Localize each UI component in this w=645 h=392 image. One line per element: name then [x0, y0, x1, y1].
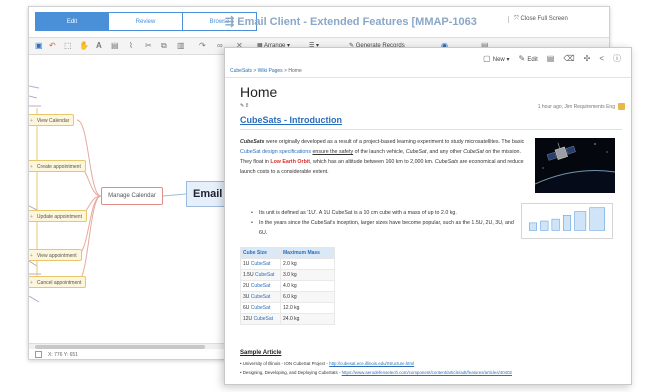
close-fullscreen-button[interactable]: ⤧ Close Full Screen: [508, 16, 568, 23]
size-cell: 12U CubeSat: [240, 313, 281, 325]
breadcrumb: CubeSats > Wiki Pages > Home: [230, 68, 302, 74]
table-row: 12U CubeSat 24.0 kg: [240, 313, 335, 325]
pin-icon[interactable]: ✣: [584, 54, 591, 63]
breadcrumb-wiki-pages[interactable]: Wiki Pages: [258, 68, 283, 74]
share-icon[interactable]: <: [599, 54, 604, 63]
cubesat-link[interactable]: CubeSat: [251, 283, 270, 289]
history-icon[interactable]: ▤: [547, 54, 555, 63]
section-heading: CubeSats - Introduction: [240, 115, 342, 125]
table-row: 1U CubeSat 2.0 kg: [240, 258, 335, 270]
text-format-icon[interactable]: A: [96, 41, 102, 51]
overview-toggle-icon[interactable]: [35, 351, 42, 359]
sample-article-heading: Sample Article: [240, 350, 282, 356]
save-icon[interactable]: ▣: [35, 41, 43, 51]
wiki-page-window: ▢ New ▾ ✎ Edit ▤ ⌫ ✣ < ⓘ CubeSats > Wiki…: [224, 47, 632, 385]
trash-icon[interactable]: ⌫: [563, 54, 574, 63]
list-item: • In the years since the CubeSat's incept…: [251, 220, 514, 236]
tab-review[interactable]: Review: [109, 12, 183, 31]
new-button[interactable]: ▢ New ▾: [483, 54, 509, 63]
bullet-list: • Its unit is defined as '1U'. A 1U CubeS…: [251, 208, 523, 238]
copy-icon[interactable]: ⧉: [161, 41, 167, 51]
updated-text: 1 hour ago, Jim Requirements Eng: [537, 103, 615, 110]
size-cell: 1U CubeSat: [240, 258, 281, 270]
tab-edit[interactable]: Edit: [35, 12, 109, 31]
intro-paragraph: CubeSats were originally developed as a …: [240, 139, 525, 175]
cubesat-sizes-diagram: [521, 203, 613, 239]
redo-icon[interactable]: ↷: [199, 41, 206, 51]
mass-cell: 2.0 kg: [280, 258, 335, 270]
mass-cell: 12.0 kg: [280, 302, 335, 314]
cubesat-link[interactable]: CubeSat: [251, 305, 270, 311]
attach-icon[interactable]: ⌇: [129, 41, 133, 51]
cursor-coordinates: X: 776 Y: 651: [48, 352, 78, 358]
highlight-icon[interactable]: ▤: [111, 41, 119, 51]
column-header: Cube Size: [240, 247, 281, 259]
map-title: ⇶ Email Client - Extended Features [MMAP…: [225, 16, 477, 28]
node-view-appointment[interactable]: + View appointment: [29, 249, 82, 261]
cube-size-table: Cube Size Maximum Mass 1U CubeSat 2.0 kg…: [240, 247, 335, 325]
design-spec-link[interactable]: CubeSat design specifications: [240, 149, 311, 155]
size-cell: 3U CubeSat: [240, 291, 281, 303]
undo-icon[interactable]: ↶: [49, 41, 56, 51]
low-earth-orbit-text: Low Earth Orbit: [270, 159, 311, 165]
reference-link[interactable]: http://cubesat.ece.illinois.edu/Structur…: [329, 361, 414, 366]
table-row: 1.5U CubeSat 3.0 kg: [240, 269, 335, 281]
node-update-appointment[interactable]: + Update appointment: [29, 210, 87, 222]
size-cell: 6U CubeSat: [240, 302, 281, 314]
table-row: 2U CubeSat 4.0 kg: [240, 280, 335, 292]
heading-divider: [240, 129, 622, 130]
help-icon[interactable]: ⓘ: [613, 53, 621, 64]
mass-cell: 3.0 kg: [280, 269, 335, 281]
avatar[interactable]: [618, 103, 625, 110]
cubesat-orbit-image: [535, 138, 615, 193]
node-view-calendar[interactable]: + View Calendar: [29, 114, 75, 126]
mass-cell: 6.0 kg: [280, 291, 335, 303]
cut-icon[interactable]: ✂: [145, 41, 152, 51]
page-meta: ✎ 8 1 hour ago, Jim Requirements Eng: [240, 103, 625, 110]
reference-link[interactable]: https://www.aerodefensetech.com/componen…: [342, 370, 512, 375]
node-manage-calendar[interactable]: Manage Calendar: [101, 187, 163, 205]
hand-icon[interactable]: ✋: [79, 41, 89, 51]
edit-count: 8: [245, 103, 249, 109]
breadcrumb-cubesats[interactable]: CubeSats: [230, 68, 252, 74]
column-header: Maximum Mass: [280, 247, 335, 259]
table-row: 3U CubeSat 6.0 kg: [240, 291, 335, 303]
breadcrumb-home: Home: [288, 68, 302, 74]
mass-cell: 24.0 kg: [280, 313, 335, 325]
node-cancel-appointment[interactable]: + Cancel appointment: [29, 276, 87, 288]
select-icon[interactable]: ⬚: [64, 41, 72, 51]
cubesat-link[interactable]: CubeSat: [254, 316, 273, 322]
cubesat-link[interactable]: CubeSat: [251, 261, 270, 267]
edit-button[interactable]: ✎ Edit: [518, 54, 537, 63]
node-create-appointment[interactable]: + Create appointment: [29, 160, 86, 172]
size-cell: 2U CubeSat: [240, 280, 281, 292]
cubesat-link[interactable]: CubeSat: [251, 294, 270, 300]
wiki-action-bar: ▢ New ▾ ✎ Edit ▤ ⌫ ✣ < ⓘ: [483, 53, 621, 64]
paste-icon[interactable]: ▥: [177, 41, 185, 51]
new-page-icon: ▢: [482, 54, 493, 63]
cubesat-link[interactable]: CubeSat: [255, 272, 274, 278]
list-item: • Its unit is defined as '1U'. A 1U CubeS…: [251, 210, 457, 216]
map-icon: ⇶: [225, 16, 238, 28]
reference-item: • University of Illinois - ION CubeSat P…: [240, 361, 415, 366]
page-title: Home: [240, 84, 278, 100]
reference-item: • Designing, Developing, and Deploying C…: [240, 370, 512, 375]
size-cell: 1.5U CubeSat: [240, 269, 281, 281]
divider: [225, 77, 631, 78]
mass-cell: 4.0 kg: [280, 280, 335, 292]
mode-tabs: Edit Review Browse: [35, 12, 257, 31]
table-row: 6U CubeSat 12.0 kg: [240, 302, 335, 314]
link-icon[interactable]: ∞: [217, 41, 223, 51]
